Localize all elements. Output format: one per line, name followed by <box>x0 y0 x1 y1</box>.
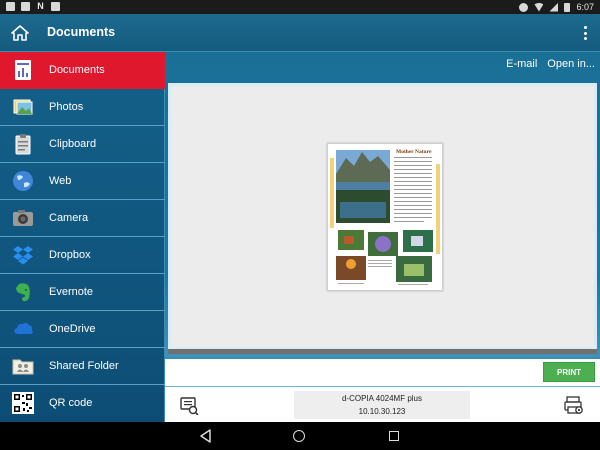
document-page-image <box>330 150 440 285</box>
printer-selector[interactable]: d-COPIA 4024MF plus 10.10.30.123 <box>294 391 470 419</box>
document-actions: E-mail Open in... <box>506 58 595 70</box>
sidebar-item-web[interactable]: Web <box>0 163 165 200</box>
preview-bottom-bar <box>168 349 597 354</box>
home-circle-icon[interactable] <box>293 430 305 442</box>
email-button[interactable]: E-mail <box>506 58 537 70</box>
sidebar-item-label: Documents <box>49 64 105 76</box>
status-bar: N 6:07 <box>0 0 600 14</box>
sidebar-item-documents[interactable]: Documents <box>0 52 165 89</box>
app-bar: Documents <box>0 14 600 52</box>
sidebar-item-label: OneDrive <box>49 323 96 335</box>
signal-icon <box>549 2 559 12</box>
open-in-button[interactable]: Open in... <box>547 58 595 70</box>
evernote-icon <box>16 283 30 302</box>
wifi-icon <box>534 2 544 12</box>
document-thumbnail[interactable]: Mother Nature <box>327 143 443 291</box>
sidebar-item-qr-code[interactable]: QR code <box>0 385 165 422</box>
sidebar-item-label: Camera <box>49 212 89 224</box>
document-title-text: Mother Nature <box>396 149 432 155</box>
sidebar-item-label: Photos <box>49 101 84 113</box>
sidebar-item-dropbox[interactable]: Dropbox <box>0 237 165 274</box>
sidebar-item-onedrive[interactable]: OneDrive <box>0 311 165 348</box>
onedrive-icon <box>14 322 33 334</box>
sidebar-item-clipboard[interactable]: Clipboard <box>0 126 165 163</box>
preview-settings-icon[interactable] <box>179 395 199 415</box>
printer-ip-address: 10.10.30.123 <box>358 407 406 416</box>
overflow-menu-icon[interactable] <box>582 26 588 40</box>
image-notification-icon <box>21 2 30 11</box>
sidebar-item-label: Clipboard <box>49 138 97 150</box>
sidebar-item-photos[interactable]: Photos <box>0 89 165 126</box>
main-content: E-mail Open in... Mother Nature PRINT d-… <box>165 52 600 422</box>
page-title: Documents <box>47 25 116 39</box>
shared-folder-icon <box>12 359 34 375</box>
clipboard-icon <box>15 134 31 155</box>
photos-icon <box>13 99 33 115</box>
print-button[interactable]: PRINT <box>543 362 595 382</box>
printer-name: d-COPIA 4024MF plus <box>341 394 423 403</box>
divider <box>165 386 600 387</box>
sidebar-item-camera[interactable]: Camera <box>0 200 165 237</box>
navigation-bar <box>0 422 600 450</box>
battery-icon <box>564 2 571 12</box>
news-notification-icon <box>51 2 60 11</box>
document-preview-area: Mother Nature <box>168 83 597 350</box>
qr-code-icon <box>12 392 34 414</box>
print-panel: PRINT d-COPIA 4024MF plus 10.10.30.123 <box>165 357 600 422</box>
print-settings-icon[interactable] <box>564 395 584 415</box>
camera-icon <box>13 210 33 226</box>
do-not-disturb-icon <box>519 2 529 12</box>
sidebar-item-shared-folder[interactable]: Shared Folder <box>0 348 165 385</box>
sidebar-item-label: QR code <box>49 397 93 409</box>
dropbox-notification-icon <box>6 2 15 11</box>
sidebar-item-label: Evernote <box>49 286 94 298</box>
sidebar-item-label: Shared Folder <box>49 360 119 372</box>
back-icon[interactable] <box>199 429 212 443</box>
documents-icon <box>15 60 31 80</box>
sidebar-item-label: Dropbox <box>49 249 91 261</box>
home-icon[interactable] <box>11 24 29 42</box>
web-globe-icon <box>13 171 33 191</box>
recents-icon[interactable] <box>389 431 399 441</box>
status-clock: 6:07 <box>576 2 594 12</box>
sidebar: Documents Photos Clipboard Web Camera Dr… <box>0 52 165 422</box>
sidebar-item-evernote[interactable]: Evernote <box>0 274 165 311</box>
sidebar-item-label: Web <box>49 175 72 187</box>
n-notification-icon: N <box>37 1 44 11</box>
dropbox-icon <box>13 246 33 265</box>
